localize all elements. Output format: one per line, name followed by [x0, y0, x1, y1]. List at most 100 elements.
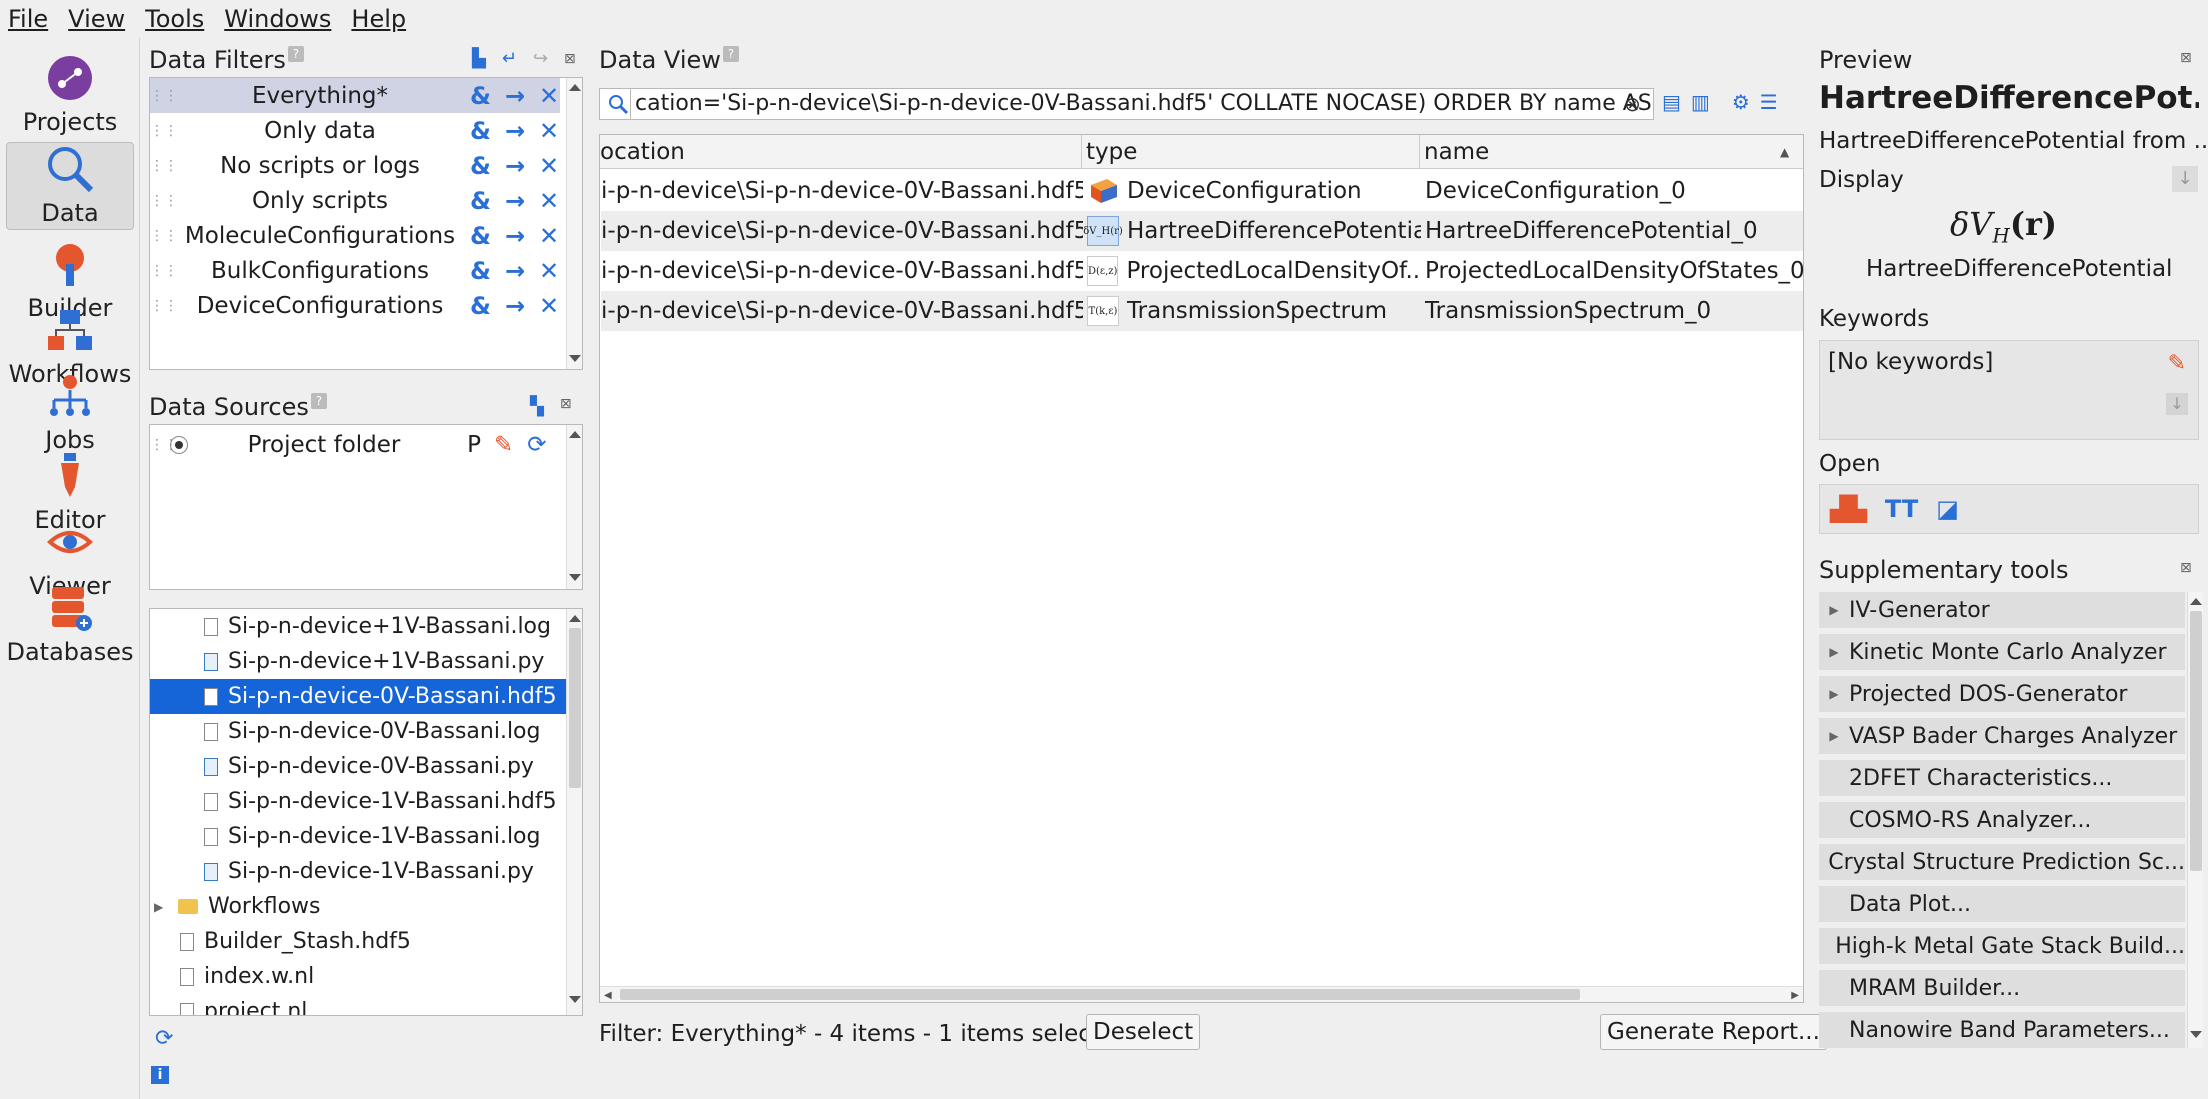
add-source-icon[interactable]: ▚: [530, 396, 544, 417]
filters-scrollbar[interactable]: [566, 78, 582, 369]
text-tool-icon[interactable]: TT: [1885, 495, 1918, 523]
arrow-right-icon[interactable]: →: [505, 257, 525, 285]
filter-row[interactable]: ⋮⋮ BulkConfigurations & → ✕: [150, 253, 560, 288]
nav-databases[interactable]: Databases: [6, 582, 134, 666]
refresh-icon[interactable]: ⟳: [155, 1026, 173, 1051]
refresh-icon[interactable]: ⟳: [527, 432, 546, 458]
scroll-up-icon[interactable]: [568, 84, 581, 91]
save-query-icon[interactable]: ▤: [1662, 90, 1681, 114]
table-row[interactable]: i-p-n-device\Si-p-n-device-0V-Bassani.hd…: [601, 251, 1803, 291]
and-icon[interactable]: &: [470, 152, 491, 180]
pen-icon[interactable]: ✎: [2168, 351, 2186, 376]
folder-item[interactable]: ▶ Workflows: [150, 889, 566, 924]
and-icon[interactable]: &: [470, 117, 491, 145]
file-item[interactable]: index.w.nl: [150, 959, 566, 994]
tree-scrollbar[interactable]: [566, 609, 582, 1015]
menu-file[interactable]: File: [8, 5, 48, 33]
menu-view[interactable]: View: [68, 5, 125, 33]
filter-row[interactable]: ⋮⋮ Everything* & → ✕: [150, 78, 560, 113]
drag-handle-icon[interactable]: ⋮⋮: [150, 437, 178, 453]
and-icon[interactable]: &: [470, 187, 491, 215]
tool-item[interactable]: COSMO-RS Analyzer...: [1819, 802, 2185, 840]
deselect-button[interactable]: Deselect: [1086, 1014, 1201, 1050]
file-item[interactable]: Si-p-n-device+1V-Bassani.log: [150, 609, 566, 644]
file-item[interactable]: project.nl: [150, 994, 566, 1015]
delete-icon[interactable]: ✕: [539, 117, 559, 145]
file-item-selected[interactable]: Si-p-n-device-0V-Bassani.hdf5: [150, 679, 566, 714]
file-item[interactable]: Si-p-n-device-0V-Bassani.log: [150, 714, 566, 749]
scroll-down-icon[interactable]: [568, 355, 581, 362]
file-item[interactable]: Si-p-n-device-1V-Bassani.log: [150, 819, 566, 854]
drag-handle-icon[interactable]: ⋮⋮: [150, 193, 178, 209]
scroll-thumb[interactable]: [620, 989, 1580, 1000]
delete-icon[interactable]: ✕: [539, 82, 559, 110]
source-row[interactable]: ⋮⋮ Project folder P ✎ ⟳: [150, 427, 564, 462]
nav-projects[interactable]: Projects: [6, 52, 134, 136]
expand-arrow-icon[interactable]: ▶: [1819, 603, 1849, 617]
and-icon[interactable]: &: [470, 292, 491, 320]
drag-handle-icon[interactable]: ⋮⋮: [150, 123, 178, 139]
scroll-right-icon[interactable]: ▶: [1791, 990, 1799, 1001]
scroll-thumb[interactable]: [2189, 611, 2202, 871]
filter-row[interactable]: ⋮⋮ DeviceConfigurations & → ✕: [150, 288, 560, 323]
bar-chart-icon[interactable]: ▟▙: [1830, 495, 1867, 523]
arrow-right-icon[interactable]: →: [505, 187, 525, 215]
scroll-thumb[interactable]: [568, 628, 581, 788]
grid-hscrollbar[interactable]: ◀ ▶: [600, 986, 1803, 1002]
expand-arrow-icon[interactable]: ▶: [154, 900, 178, 914]
delete-icon[interactable]: ✕: [539, 187, 559, 215]
download-icon[interactable]: ↓: [2172, 166, 2198, 192]
arrow-right-icon[interactable]: →: [505, 292, 525, 320]
download-icon[interactable]: ↓: [2166, 393, 2188, 415]
query-input[interactable]: cation='Si-p-n-device\Si-p-n-device-0V-B…: [630, 88, 1654, 120]
help-icon[interactable]: ?: [722, 46, 739, 62]
menu-tools[interactable]: Tools: [145, 5, 204, 33]
expand-arrow-icon[interactable]: ▶: [1819, 645, 1849, 659]
tool-item[interactable]: Crystal Structure Prediction Sc...: [1819, 844, 2185, 882]
radio-button[interactable]: [170, 435, 188, 454]
file-item[interactable]: Builder_Stash.hdf5: [150, 924, 566, 959]
scroll-up-icon[interactable]: [568, 431, 581, 438]
close-icon[interactable]: ⊠: [2180, 50, 2192, 66]
table-row[interactable]: i-p-n-device\Si-p-n-device-0V-Bassani.hd…: [601, 291, 1803, 331]
drag-handle-icon[interactable]: ⋮⋮: [150, 158, 178, 174]
sort-ascending-icon[interactable]: ▲: [1780, 145, 1789, 159]
scroll-down-icon[interactable]: [568, 574, 581, 581]
scroll-down-icon[interactable]: [568, 996, 581, 1003]
query-history-icon[interactable]: ▥: [1691, 90, 1710, 114]
nav-jobs[interactable]: Jobs: [6, 370, 134, 454]
tool-item[interactable]: 2DFET Characteristics...: [1819, 760, 2185, 798]
drag-handle-icon[interactable]: ⋮⋮: [150, 263, 178, 279]
import-icon[interactable]: ↵: [502, 48, 517, 69]
nav-data[interactable]: Data: [6, 142, 134, 230]
delete-icon[interactable]: ✕: [539, 222, 559, 250]
drag-handle-icon[interactable]: ⋮⋮: [150, 228, 178, 244]
file-item[interactable]: Si-p-n-device-1V-Bassani.hdf5: [150, 784, 566, 819]
close-icon[interactable]: ⊠: [564, 51, 576, 67]
tool-item[interactable]: Nanowire Band Parameters...: [1819, 1012, 2185, 1048]
column-name[interactable]: name: [1420, 135, 1780, 169]
tool-item[interactable]: ▶ VASP Bader Charges Analyzer: [1819, 718, 2185, 756]
pen-icon[interactable]: ✎: [494, 432, 513, 458]
file-item[interactable]: Si-p-n-device+1V-Bassani.py: [150, 644, 566, 679]
clear-icon[interactable]: ⊗: [1624, 92, 1641, 116]
scroll-up-icon[interactable]: [2189, 598, 2202, 605]
help-icon[interactable]: ?: [287, 46, 304, 62]
expand-arrow-icon[interactable]: ▶: [1819, 687, 1849, 701]
tool-item[interactable]: High-k Metal Gate Stack Build...: [1819, 928, 2185, 966]
filter-row[interactable]: ⋮⋮ Only scripts & → ✕: [150, 183, 560, 218]
tool-item[interactable]: ▶ IV-Generator: [1819, 592, 2185, 630]
table-row[interactable]: i-p-n-device\Si-p-n-device-0V-Bassani.hd…: [601, 171, 1803, 211]
sources-scrollbar[interactable]: [566, 425, 582, 589]
close-icon[interactable]: ⊠: [560, 396, 572, 417]
info-icon[interactable]: i: [151, 1066, 169, 1084]
arrow-right-icon[interactable]: →: [505, 222, 525, 250]
drag-handle-icon[interactable]: ⋮⋮: [150, 88, 178, 104]
gear-icon[interactable]: ⚙: [1732, 90, 1750, 114]
column-type[interactable]: type: [1082, 134, 1420, 169]
expand-arrow-icon[interactable]: ▶: [1819, 729, 1849, 743]
supplementary-scrollbar[interactable]: [2187, 592, 2203, 1048]
filter-row[interactable]: ⋮⋮ Only data & → ✕: [150, 113, 560, 148]
new-filter-icon[interactable]: ▙: [472, 48, 486, 69]
scroll-down-icon[interactable]: [2189, 1031, 2202, 1038]
